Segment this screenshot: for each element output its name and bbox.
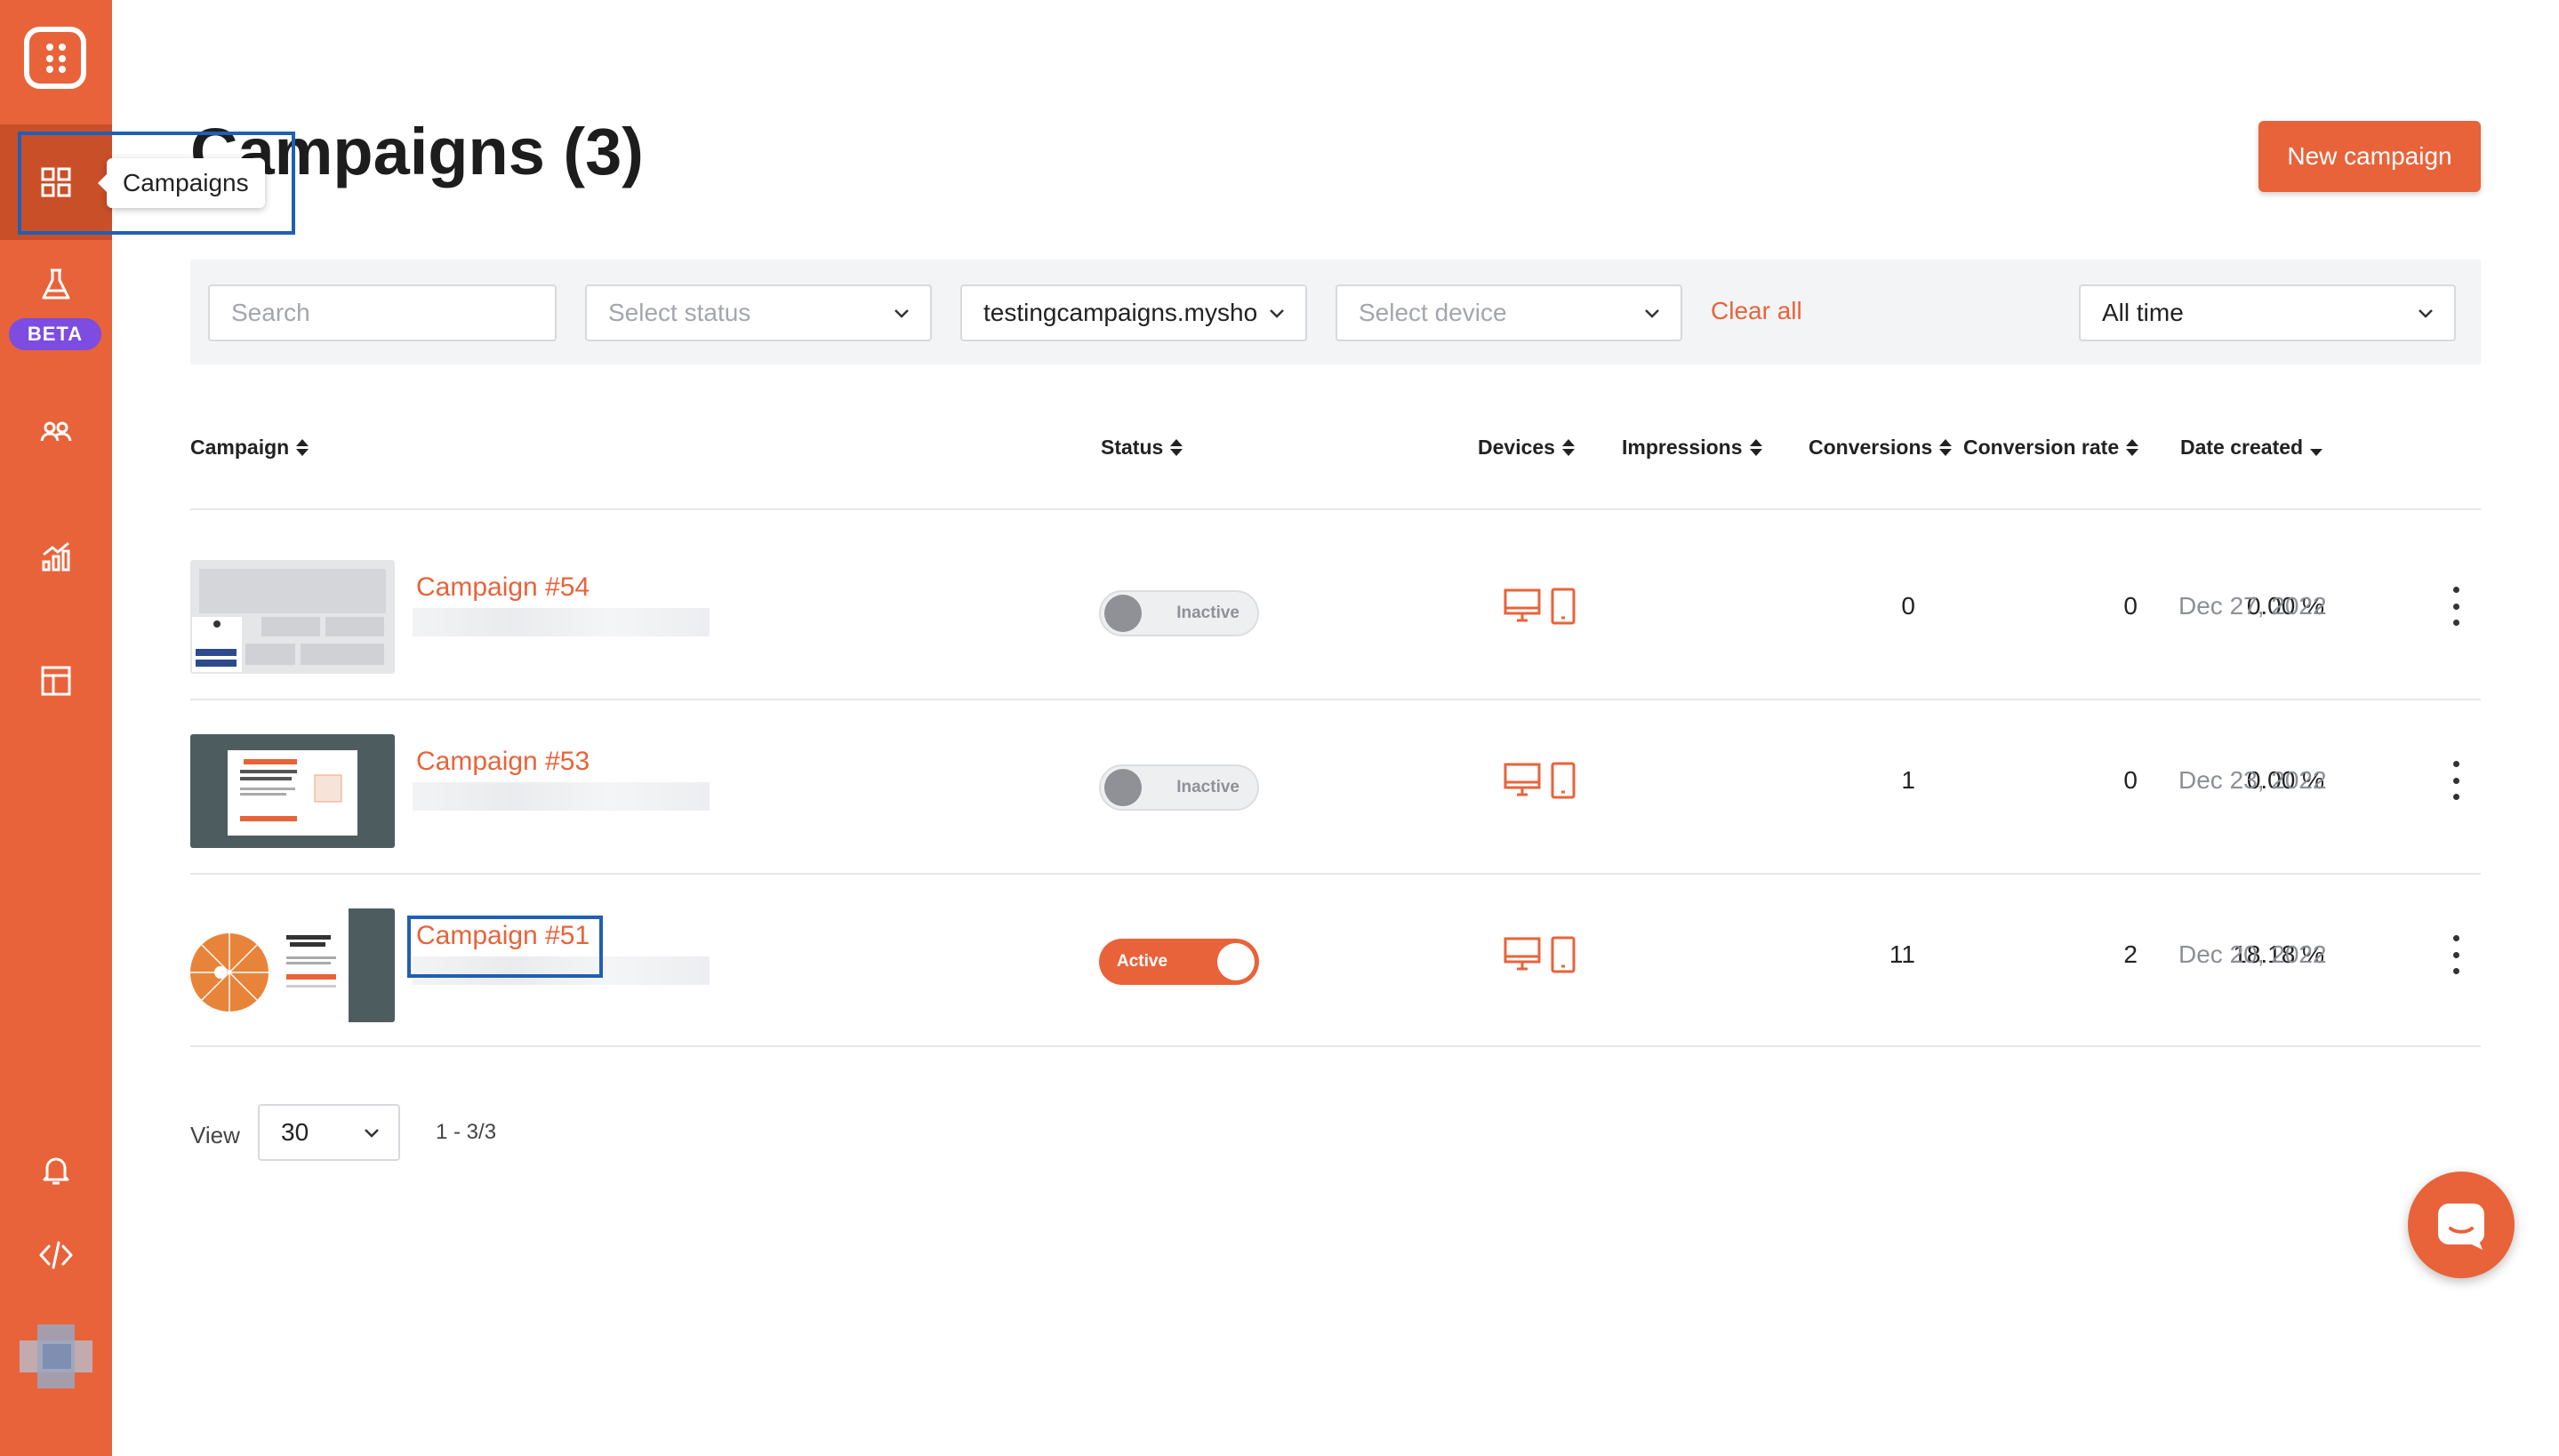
campaign-link[interactable]: Campaign #53 bbox=[416, 747, 590, 777]
sidebar-item-templates[interactable] bbox=[0, 656, 112, 706]
layout-icon bbox=[41, 666, 71, 696]
mobile-icon bbox=[1551, 588, 1576, 625]
domain-select[interactable]: testingcampaigns.mysho bbox=[960, 284, 1307, 341]
campaign-thumbnail[interactable] bbox=[190, 908, 395, 1022]
row-menu-icon[interactable] bbox=[2447, 935, 2465, 974]
impressions-value: 11 bbox=[1889, 940, 1915, 968]
users-icon bbox=[40, 421, 72, 442]
view-label: View bbox=[190, 1122, 240, 1148]
sidebar-item-analytics[interactable] bbox=[0, 532, 112, 581]
status-toggle[interactable]: Inactive bbox=[1099, 764, 1259, 811]
sidebar-item-experiments[interactable] bbox=[0, 260, 112, 309]
campaign-subtitle-redacted bbox=[413, 782, 710, 811]
column-header-date-created[interactable]: Date created bbox=[2180, 436, 2323, 460]
status-label: Inactive bbox=[1176, 604, 1239, 622]
app-logo[interactable] bbox=[24, 27, 86, 89]
beta-badge: BETA bbox=[9, 318, 101, 350]
status-toggle[interactable]: Active bbox=[1099, 939, 1259, 985]
date-created-value: Dec 23, 2022 bbox=[2178, 766, 2327, 794]
sort-icon bbox=[1170, 438, 1183, 457]
row-menu-icon[interactable] bbox=[2447, 761, 2465, 800]
device-select[interactable]: Select device bbox=[1336, 284, 1682, 341]
status-toggle[interactable]: Inactive bbox=[1099, 590, 1259, 636]
chevron-down-icon bbox=[1270, 309, 1284, 318]
status-label: Active bbox=[1117, 952, 1168, 971]
table-row: Campaign #54 Inactive 0 0 0.00 % Dec 27,… bbox=[190, 524, 2481, 697]
column-header-impressions[interactable]: Impressions bbox=[1622, 436, 1762, 460]
device-placeholder: Select device bbox=[1359, 299, 1507, 326]
flask-icon bbox=[42, 268, 70, 300]
impressions-value: 1 bbox=[1901, 766, 1915, 794]
search-placeholder: Search bbox=[231, 299, 310, 326]
date-created-value: Dec 20, 2022 bbox=[2178, 940, 2327, 968]
chevron-down-icon bbox=[1645, 309, 1659, 318]
page-size-select[interactable]: 30 bbox=[258, 1104, 400, 1161]
chat-launcher-button[interactable] bbox=[2408, 1172, 2515, 1278]
search-input[interactable]: Search bbox=[208, 284, 557, 341]
desktop-icon bbox=[1504, 763, 1541, 796]
bell-icon bbox=[43, 1157, 69, 1185]
sort-icon bbox=[296, 438, 309, 457]
divider bbox=[190, 508, 2481, 510]
page-size-value: 30 bbox=[281, 1118, 309, 1146]
status-select[interactable]: Select status bbox=[585, 284, 932, 341]
column-header-conversion-rate[interactable]: Conversion rate bbox=[1963, 436, 2139, 460]
column-header-conversions[interactable]: Conversions bbox=[1809, 436, 1953, 460]
sidebar-item-notifications[interactable] bbox=[0, 1145, 112, 1195]
time-range-select[interactable]: All time bbox=[2079, 284, 2456, 341]
sort-icon bbox=[1561, 438, 1575, 457]
chevron-down-icon bbox=[2419, 309, 2433, 318]
campaign-thumbnail[interactable] bbox=[190, 560, 395, 674]
code-icon bbox=[39, 1241, 73, 1269]
campaign-link[interactable]: Campaign #54 bbox=[416, 572, 590, 603]
new-campaign-button[interactable]: New campaign bbox=[2258, 121, 2481, 192]
impressions-value: 0 bbox=[1901, 592, 1915, 620]
date-created-value: Dec 27, 2022 bbox=[2178, 592, 2327, 620]
mobile-icon bbox=[1551, 936, 1576, 973]
sort-icon bbox=[1939, 438, 1953, 457]
clear-all-button[interactable]: Clear all bbox=[1711, 297, 1802, 325]
chat-icon bbox=[2438, 1204, 2484, 1250]
time-value: All time bbox=[2102, 299, 2184, 326]
row-menu-icon[interactable] bbox=[2447, 587, 2465, 626]
mobile-icon bbox=[1551, 762, 1576, 799]
sidebar-item-code[interactable] bbox=[0, 1230, 112, 1280]
column-header-campaign[interactable]: Campaign bbox=[190, 436, 309, 460]
chart-icon bbox=[42, 541, 70, 572]
divider bbox=[190, 1045, 2481, 1047]
campaign-subtitle-redacted bbox=[413, 608, 710, 636]
sort-icon bbox=[2126, 438, 2139, 457]
desktop-icon bbox=[1504, 937, 1541, 971]
avatar[interactable] bbox=[20, 1324, 92, 1388]
column-header-status[interactable]: Status bbox=[1101, 436, 1183, 460]
desktop-icon bbox=[1504, 588, 1541, 622]
status-placeholder: Select status bbox=[608, 299, 751, 326]
domain-value: testingcampaigns.mysho bbox=[983, 299, 1258, 326]
campaign-thumbnail[interactable] bbox=[190, 734, 395, 848]
highlight-box bbox=[407, 916, 603, 978]
sort-desc-icon bbox=[2310, 439, 2323, 457]
highlight-box bbox=[18, 132, 295, 235]
table-row: Campaign #53 Inactive 1 0 0.00 % Dec 23,… bbox=[190, 699, 2481, 871]
chevron-down-icon bbox=[894, 309, 909, 318]
pagination-range: 1 - 3/3 bbox=[436, 1120, 497, 1144]
sidebar-item-audience[interactable] bbox=[0, 407, 112, 457]
column-header-devices[interactable]: Devices bbox=[1478, 436, 1575, 460]
chevron-down-icon bbox=[365, 1129, 379, 1138]
sort-icon bbox=[1749, 438, 1762, 457]
status-label: Inactive bbox=[1176, 778, 1239, 796]
